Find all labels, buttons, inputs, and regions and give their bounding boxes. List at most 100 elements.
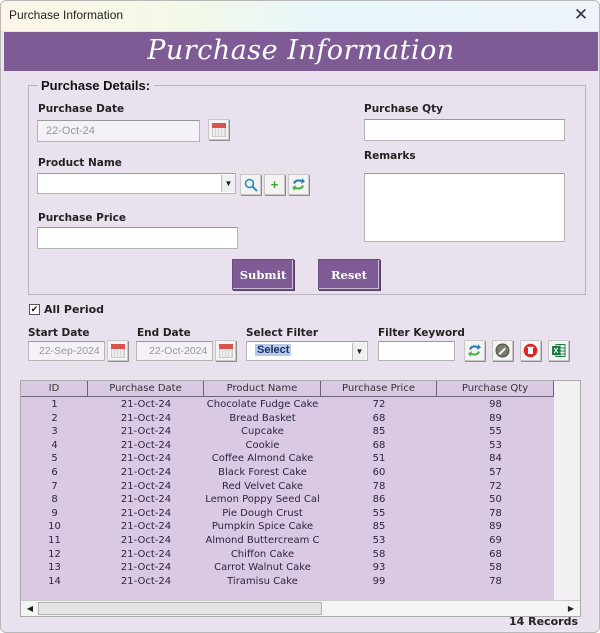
cell-product-name: Cupcake (241, 426, 284, 438)
export-excel-button[interactable]: X (548, 340, 569, 361)
cell-purchase-price: 99 (372, 575, 386, 587)
refresh-list-button[interactable] (464, 340, 485, 361)
title-bar: Purchase Information ✕ (1, 1, 599, 31)
table-row[interactable]: 4 21-Oct-24 Cookie 68 53 (21, 439, 554, 453)
cell-purchase-qty: 89 (489, 412, 502, 424)
purchase-date-input[interactable]: 22-Oct-24 (37, 120, 200, 142)
filter-keyword-input[interactable] (378, 341, 455, 361)
cell-purchase-price: 58 (372, 548, 386, 560)
table-row[interactable]: 8 21-Oct-24 Lemon Poppy Seed Cal 86 50 (21, 493, 554, 507)
select-filter-dropdown-button[interactable]: ▼ (352, 343, 366, 360)
cell-product-name: Chocolate Fudge Cake (206, 399, 319, 410)
cell-purchase-date: 21-Oct-24 (120, 426, 172, 438)
table-row[interactable]: 6 21-Oct-24 Black Forest Cake 60 57 (21, 466, 554, 480)
search-product-button[interactable] (240, 174, 261, 195)
window-title: Purchase Information (9, 8, 124, 22)
start-date-calendar-button[interactable] (107, 340, 128, 361)
end-date-calendar-button[interactable] (215, 340, 236, 361)
cell-purchase-date: 21-Oct-24 (120, 535, 172, 546)
cell-id: 8 (51, 494, 58, 506)
purchase-qty-input[interactable] (364, 119, 565, 141)
cell-purchase-price: 68 (372, 439, 386, 451)
column-header-purchase-date[interactable]: Purchase Date (88, 381, 204, 396)
add-product-button[interactable]: + (264, 174, 285, 195)
calendar-icon (110, 343, 125, 358)
start-date-input[interactable]: 22-Sep-2024 (28, 341, 105, 361)
cell-purchase-date: 21-Oct-24 (120, 439, 172, 451)
cell-product-name: Bread Basket (229, 412, 296, 424)
remarks-textarea[interactable] (364, 173, 565, 242)
banner-title: Purchase Information (147, 35, 455, 66)
table-row[interactable]: 10 21-Oct-24 Pumpkin Spice Cake 85 89 (21, 520, 554, 534)
grid-empty-area (554, 381, 580, 600)
cell-id: 13 (48, 562, 61, 574)
end-date-label: End Date (137, 327, 191, 339)
all-period-label: All Period (44, 303, 105, 316)
cell-purchase-date: 21-Oct-24 (120, 399, 172, 410)
submit-button[interactable]: Submit (232, 259, 294, 290)
cell-product-name: Pumpkin Spice Cake (211, 521, 314, 533)
calendar-icon (211, 122, 226, 137)
scroll-right-arrow-icon[interactable]: ▶ (564, 602, 578, 616)
calendar-icon (218, 343, 233, 358)
remarks-label: Remarks (364, 150, 416, 162)
cell-purchase-price: 68 (372, 412, 386, 424)
cell-purchase-date: 21-Oct-24 (120, 494, 172, 506)
table-row[interactable]: 3 21-Oct-24 Cupcake 85 55 (21, 425, 554, 439)
table-row[interactable]: 11 21-Oct-24 Almond Buttercream C 53 69 (21, 534, 554, 548)
cell-product-name: Pie Dough Crust (222, 507, 303, 519)
select-filter-label: Select Filter (246, 327, 318, 339)
column-header-product-name[interactable]: Product Name (204, 381, 321, 396)
table-row[interactable]: 1 21-Oct-24 Chocolate Fudge Cake 72 98 (21, 398, 554, 412)
cell-purchase-qty: 68 (489, 548, 502, 560)
edit-record-button[interactable] (492, 340, 513, 361)
delete-record-button[interactable] (520, 340, 541, 361)
purchase-date-label: Purchase Date (38, 103, 125, 115)
product-name-label: Product Name (38, 157, 122, 169)
table-row[interactable]: 9 21-Oct-24 Pie Dough Crust 55 78 (21, 507, 554, 521)
table-row[interactable]: 13 21-Oct-24 Carrot Walnut Cake 93 58 (21, 561, 554, 575)
cell-purchase-price: 78 (372, 480, 386, 492)
svg-text:X: X (554, 348, 559, 355)
scroll-left-arrow-icon[interactable]: ◀ (23, 602, 37, 616)
column-header-id[interactable]: ID (21, 381, 88, 396)
cell-purchase-qty: 78 (489, 575, 502, 587)
refresh-icon (292, 178, 305, 191)
filter-keyword-label: Filter Keyword (378, 327, 465, 339)
table-row[interactable]: 7 21-Oct-24 Red Velvet Cake 78 72 (21, 480, 554, 494)
start-date-label: Start Date (28, 327, 90, 339)
purchase-list-grid[interactable]: ID Purchase Date Product Name Purchase P… (20, 380, 581, 617)
purchase-price-input[interactable] (37, 227, 238, 249)
chevron-down-icon: ▼ (355, 347, 364, 356)
cell-product-name: Red Velvet Cake (221, 480, 304, 492)
select-filter-value: Select (255, 344, 292, 356)
scrollbar-thumb[interactable] (38, 602, 322, 615)
table-row[interactable]: 14 21-Oct-24 Tiramisu Cake 99 78 (21, 575, 554, 589)
horizontal-scrollbar[interactable]: ◀ ▶ (21, 600, 580, 616)
column-header-purchase-qty[interactable]: Purchase Qty (437, 381, 554, 396)
close-icon[interactable]: ✕ (571, 5, 591, 25)
column-header-purchase-price[interactable]: Purchase Price (321, 381, 437, 396)
table-row[interactable]: 2 21-Oct-24 Bread Basket 68 89 (21, 412, 554, 426)
refresh-product-button[interactable] (288, 174, 309, 195)
table-row[interactable]: 5 21-Oct-24 Coffee Almond Cake 51 84 (21, 452, 554, 466)
cell-purchase-date: 21-Oct-24 (120, 521, 172, 533)
table-row[interactable]: 12 21-Oct-24 Chiffon Cake 58 68 (21, 548, 554, 562)
product-name-dropdown-button[interactable]: ▼ (221, 175, 235, 192)
purchase-date-calendar-button[interactable] (208, 119, 229, 140)
delete-icon (523, 343, 538, 358)
edit-icon (495, 343, 510, 358)
cell-id: 4 (51, 439, 58, 451)
cell-purchase-qty: 50 (489, 494, 502, 506)
cell-purchase-qty: 84 (489, 453, 502, 465)
product-name-combobox[interactable] (37, 173, 236, 194)
cell-purchase-date: 21-Oct-24 (120, 575, 172, 587)
cell-id: 14 (48, 575, 61, 587)
cell-id: 9 (51, 507, 58, 519)
grid-header: ID Purchase Date Product Name Purchase P… (21, 381, 554, 397)
all-period-checkbox[interactable]: ✔ (29, 304, 40, 315)
cell-purchase-date: 21-Oct-24 (120, 548, 172, 560)
cell-purchase-date: 21-Oct-24 (120, 507, 172, 519)
end-date-input[interactable]: 22-Oct-2024 (136, 341, 213, 361)
reset-button[interactable]: Reset (318, 259, 380, 290)
